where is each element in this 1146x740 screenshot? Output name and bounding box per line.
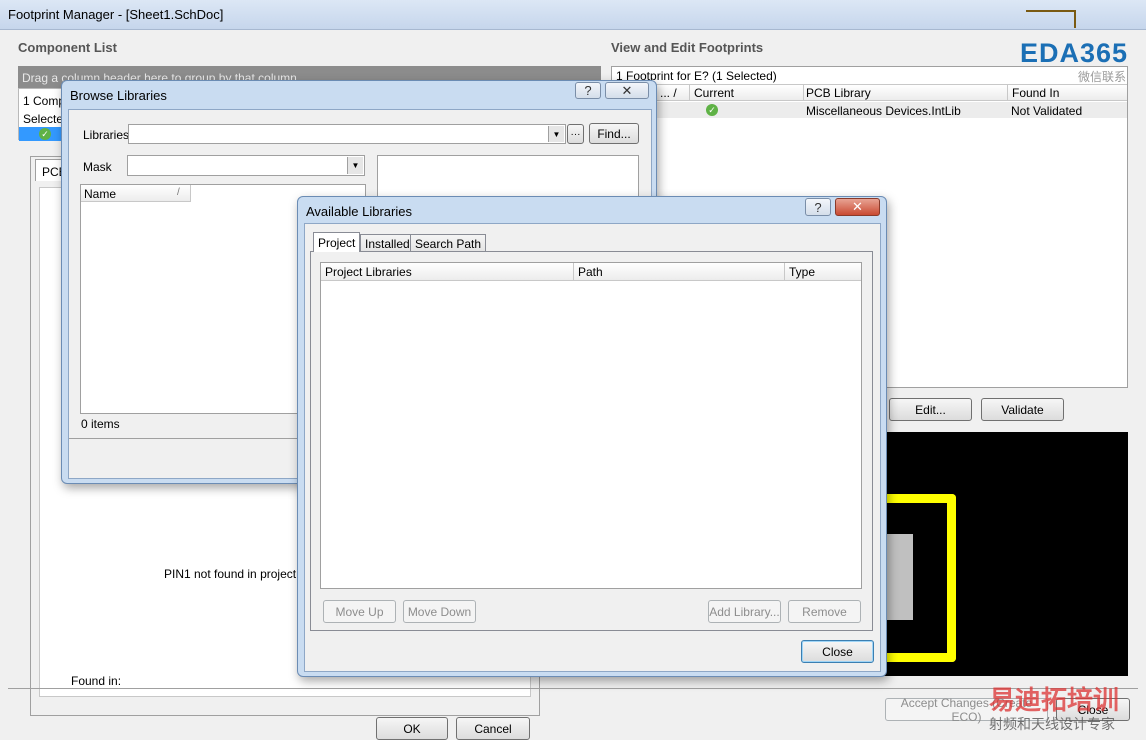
browse-title: Browse Libraries — [70, 88, 167, 103]
col-current[interactable]: Current — [690, 85, 804, 100]
current-check-icon: ✓ — [706, 104, 718, 116]
col-name[interactable]: ... / — [656, 85, 690, 100]
mask-label: Mask — [83, 160, 112, 174]
pin-message: PIN1 not found in project libr — [164, 567, 316, 581]
tab-installed[interactable]: Installed — [360, 234, 415, 252]
libraries-select[interactable]: ▼ — [128, 124, 566, 144]
tab-panel: Project Libraries Path Type Move Up Move… — [310, 251, 873, 631]
remove-button[interactable]: Remove — [788, 600, 861, 623]
edit-button[interactable]: Edit... — [889, 398, 972, 421]
footprints-header: ... / Current PCB Library Found In — [612, 84, 1127, 101]
main-bottom-line — [8, 688, 1138, 689]
col-type[interactable]: Type — [785, 263, 863, 280]
bottom-watermark-title: 易迪拓培训 — [989, 685, 1120, 715]
help-icon: ? — [814, 199, 822, 215]
move-down-button[interactable]: Move Down — [403, 600, 476, 623]
validate-button[interactable]: Validate — [981, 398, 1064, 421]
sort-icon: / — [177, 187, 180, 198]
item-count: 0 items — [81, 417, 120, 431]
available-body: Project Installed Search Path Project Li… — [304, 223, 881, 672]
col-found-in[interactable]: Found In — [1008, 85, 1129, 100]
move-up-button[interactable]: Move Up — [323, 600, 396, 623]
ok-button[interactable]: OK — [376, 717, 448, 740]
circuit-logo-icon — [1026, 10, 1076, 28]
tab-search-path[interactable]: Search Path — [410, 234, 487, 252]
footprints-title: View and Edit Footprints — [611, 40, 764, 55]
available-title: Available Libraries — [306, 204, 412, 219]
find-button[interactable]: Find... — [589, 123, 639, 144]
name-column-header[interactable]: Name / — [81, 185, 191, 202]
close-button[interactable]: Close — [801, 640, 874, 663]
watermark-sub-text: 微信联系 — [1078, 70, 1127, 84]
name-column-label: Name — [84, 187, 117, 201]
footprint-library: Miscellaneous Devices.IntLib — [806, 104, 961, 118]
help-icon: ? — [584, 83, 592, 98]
tab-project[interactable]: Project — [313, 232, 361, 252]
footprint-found-in: Not Validated — [1011, 104, 1083, 118]
main-title-bar[interactable]: Footprint Manager - [Sheet1.SchDoc] — [0, 0, 1146, 30]
check-icon: ✓ — [39, 128, 51, 140]
close-icon: ✕ — [852, 199, 863, 214]
bottom-watermark: 易迪拓培训 射频和天线设计专家 — [985, 680, 1145, 738]
col-path[interactable]: Path — [574, 263, 785, 280]
available-help-button[interactable]: ? — [805, 198, 831, 216]
mask-select[interactable]: ▼ — [127, 155, 365, 176]
bottom-watermark-sub: 射频和天线设计专家 — [989, 716, 1115, 732]
cancel-button[interactable]: Cancel — [456, 717, 530, 740]
add-library-button[interactable]: Add Library... — [708, 600, 781, 623]
watermark-logo-text: EDA365 — [1020, 38, 1129, 68]
found-in-label: Found in: — [71, 674, 122, 688]
project-libraries-list: Project Libraries Path Type — [320, 262, 862, 589]
browse-close-button[interactable]: ✕ — [605, 82, 649, 99]
browse-help-button[interactable]: ? — [575, 82, 601, 99]
main-window-title: Footprint Manager - [Sheet1.SchDoc] — [8, 7, 224, 22]
footprint-row[interactable]: ✓ Miscellaneous Devices.IntLib Not Valid… — [612, 102, 1127, 118]
component-list-title: Component List — [18, 40, 117, 55]
col-pcb-library[interactable]: PCB Library — [802, 85, 1008, 100]
eda365-watermark: EDA365 微信联系 — [1018, 4, 1144, 86]
libraries-label: Libraries — [83, 128, 130, 142]
available-close-x-button[interactable]: ✕ — [835, 198, 880, 216]
close-icon: ✕ — [621, 82, 633, 98]
col-project-libraries[interactable]: Project Libraries — [321, 263, 574, 280]
project-libraries-header: Project Libraries Path Type — [321, 263, 861, 281]
chevron-down-icon: ▼ — [548, 126, 564, 142]
libraries-ellipsis-button[interactable]: ··· — [567, 124, 584, 144]
chevron-down-icon: ▼ — [347, 157, 363, 174]
available-libraries-dialog: Available Libraries ? ✕ Project Installe… — [297, 196, 887, 677]
